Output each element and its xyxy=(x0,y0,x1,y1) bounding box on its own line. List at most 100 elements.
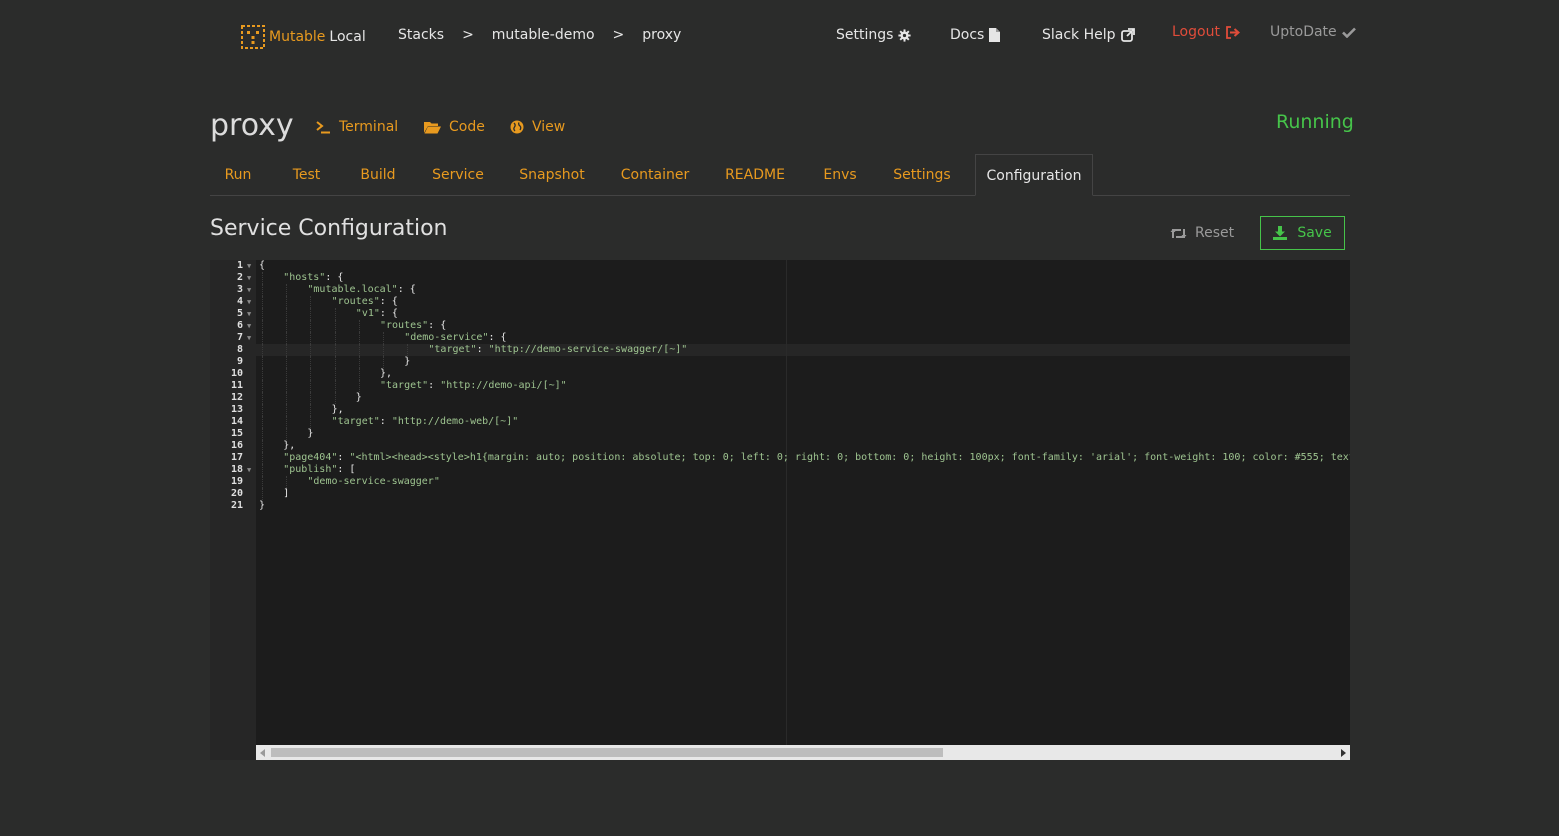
page-title: proxy xyxy=(210,108,294,143)
tab-readme[interactable]: README xyxy=(718,154,792,196)
breadcrumb-separator: > xyxy=(612,27,625,43)
tab-run[interactable]: Run xyxy=(210,154,266,196)
indent-guide xyxy=(262,452,263,464)
nav-slack-help-link[interactable]: Slack Help xyxy=(1042,27,1135,43)
fold-toggle-icon[interactable]: ▼ xyxy=(247,284,251,296)
code-line: 14 "target": "http://demo-web/[~]" xyxy=(210,416,1350,428)
indent-guide xyxy=(310,332,312,344)
tab-build[interactable]: Build xyxy=(350,154,406,196)
indent-guide xyxy=(358,380,360,392)
tab-snapshot[interactable]: Snapshot xyxy=(513,154,591,196)
code-text: "page404": "<html><head><style>h1{margin… xyxy=(283,452,1350,463)
line-number: 21 xyxy=(230,500,243,511)
nav-settings-link[interactable]: Settings xyxy=(836,27,912,43)
tab-container[interactable]: Container xyxy=(615,154,695,196)
line-number: 5 xyxy=(236,308,243,319)
save-button[interactable]: Save xyxy=(1260,216,1345,250)
code-text: "v1": { xyxy=(355,308,398,319)
fold-toggle-icon[interactable]: ▼ xyxy=(247,272,251,284)
fold-toggle-icon[interactable]: ▼ xyxy=(247,332,251,344)
tab-service[interactable]: Service xyxy=(425,154,491,196)
logout-link[interactable]: Logout xyxy=(1172,24,1240,40)
fold-toggle-icon[interactable]: ▼ xyxy=(247,296,251,308)
terminal-label: Terminal xyxy=(339,119,399,135)
brand-link[interactable]: Mutable Local xyxy=(241,25,366,49)
nav-slack-help-label: Slack Help xyxy=(1042,27,1116,43)
indent-guide xyxy=(262,308,263,320)
indent-guide xyxy=(286,308,288,320)
indent-guide xyxy=(334,344,336,356)
code-line: 11 "target": "http://demo-api/[~]" xyxy=(210,380,1350,392)
indent-guide xyxy=(262,320,263,332)
code-text: ] xyxy=(283,488,290,499)
code-line: 12} xyxy=(210,392,1350,404)
tab-envs[interactable]: Envs xyxy=(817,154,863,196)
code-line: 2 ▼ "hosts": { xyxy=(210,272,1350,284)
indent-guide xyxy=(262,392,263,404)
indent-guide xyxy=(286,404,288,416)
code-line: 6 ▼ "routes": { xyxy=(210,320,1350,332)
code-text: } xyxy=(259,500,266,511)
sign-out-icon xyxy=(1226,25,1240,39)
code-line: 1 ▼ { xyxy=(210,260,1350,272)
check-icon xyxy=(1341,27,1356,38)
indent-guide xyxy=(407,344,409,356)
code-text: { xyxy=(259,260,266,271)
code-editor[interactable]: 1 ▼ {2 ▼ "hosts": {3 ▼ "mutable.local": {4 ▼ "ro… xyxy=(210,260,1350,760)
code-line: 10}, xyxy=(210,368,1350,380)
code-text: "publish": [ xyxy=(283,464,356,475)
brand-name-local: Local xyxy=(329,29,366,45)
code-line: 9} xyxy=(210,356,1350,368)
breadcrumb-service-name[interactable]: proxy xyxy=(642,27,681,43)
indent-guide xyxy=(310,308,312,320)
nav-settings-label: Settings xyxy=(836,27,894,43)
line-number: 2 xyxy=(236,272,243,283)
code-action[interactable]: Code xyxy=(424,117,485,137)
scrollbar-thumb[interactable] xyxy=(271,748,943,757)
code-text: }, xyxy=(331,404,344,415)
indent-guide xyxy=(286,284,288,296)
folder-open-icon xyxy=(424,121,441,133)
indent-guide xyxy=(262,380,263,392)
fold-toggle-icon[interactable]: ▼ xyxy=(247,464,251,476)
indent-guide xyxy=(334,320,336,332)
code-text: "target": "http://demo-service-swagger/[… xyxy=(428,344,688,355)
view-action[interactable]: View xyxy=(510,117,565,137)
fold-toggle-icon[interactable]: ▼ xyxy=(247,308,251,320)
nav-docs-link[interactable]: Docs xyxy=(950,27,1001,43)
horizontal-scrollbar[interactable] xyxy=(256,745,1350,760)
reset-label: Reset xyxy=(1195,225,1235,241)
line-number: 9 xyxy=(236,356,243,367)
code-line: 15} xyxy=(210,428,1350,440)
indent-guide xyxy=(383,356,384,368)
breadcrumb-stacks[interactable]: Stacks xyxy=(398,27,444,43)
indent-guide xyxy=(310,296,312,308)
scroll-right-arrow-icon[interactable] xyxy=(1341,749,1346,757)
breadcrumb-stack-name[interactable]: mutable-demo xyxy=(492,27,595,43)
tab-settings[interactable]: Settings xyxy=(888,154,956,196)
terminal-action[interactable]: Terminal xyxy=(316,117,398,137)
code-text: } xyxy=(355,392,362,403)
indent-guide xyxy=(334,368,336,380)
code-line: 13}, xyxy=(210,404,1350,416)
code-line: 18 ▼ "publish": [ xyxy=(210,464,1350,476)
indent-guide xyxy=(262,272,263,284)
indent-guide xyxy=(286,296,288,308)
line-number: 10 xyxy=(230,368,243,379)
fold-toggle-icon[interactable]: ▼ xyxy=(247,260,251,272)
breadcrumb-separator: > xyxy=(462,27,474,43)
indent-guide xyxy=(262,368,263,380)
line-number: 7 xyxy=(236,332,243,343)
code-line: 16}, xyxy=(210,440,1350,452)
scroll-left-arrow-icon[interactable] xyxy=(260,749,265,757)
code-line: 3 ▼ "mutable.local": { xyxy=(210,284,1350,296)
indent-guide xyxy=(358,368,360,380)
tab-test[interactable]: Test xyxy=(280,154,333,196)
reset-button[interactable]: Reset xyxy=(1170,222,1234,244)
logout-label: Logout xyxy=(1172,24,1220,40)
line-number: 18 xyxy=(230,464,243,475)
tab-configuration[interactable]: Configuration xyxy=(975,154,1093,196)
fold-toggle-icon[interactable]: ▼ xyxy=(247,320,251,332)
code-line: 4 ▼ "routes": { xyxy=(210,296,1350,308)
mutable-logo-icon xyxy=(241,25,265,49)
